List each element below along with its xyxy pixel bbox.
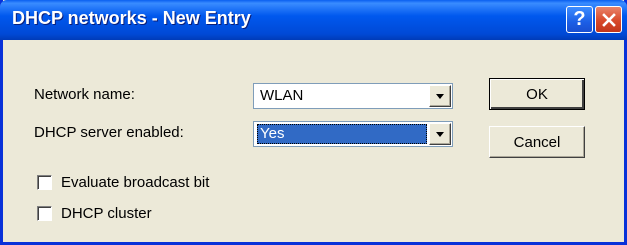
dhcp-cluster-label: DHCP cluster bbox=[61, 205, 152, 222]
help-button[interactable]: ? bbox=[566, 6, 593, 33]
dhcp-server-combobox[interactable]: Yes bbox=[253, 121, 453, 147]
dhcp-cluster-option[interactable]: DHCP cluster bbox=[37, 205, 152, 222]
window-title: DHCP networks - New Entry bbox=[12, 8, 251, 28]
broadcast-bit-checkbox[interactable] bbox=[37, 175, 52, 190]
broadcast-bit-label: Evaluate broadcast bit bbox=[61, 174, 210, 191]
dhcp-server-label: DHCP server enabled: bbox=[34, 124, 184, 141]
chevron-down-icon[interactable] bbox=[429, 85, 451, 107]
network-name-combobox[interactable]: WLAN bbox=[253, 83, 453, 109]
title-bar[interactable]: DHCP networks - New Entry ? bbox=[0, 0, 627, 40]
network-name-label: Network name: bbox=[34, 86, 135, 103]
dhcp-server-value: Yes bbox=[257, 124, 427, 144]
cancel-button[interactable]: Cancel bbox=[489, 126, 585, 158]
ok-button[interactable]: OK bbox=[489, 78, 585, 110]
broadcast-bit-option[interactable]: Evaluate broadcast bit bbox=[37, 174, 209, 191]
help-icon: ? bbox=[573, 8, 586, 30]
network-name-value: WLAN bbox=[260, 87, 304, 104]
dhcp-cluster-checkbox[interactable] bbox=[37, 206, 52, 221]
chevron-down-icon[interactable] bbox=[429, 123, 451, 145]
dialog-window: DHCP networks - New Entry ? Network name… bbox=[0, 0, 627, 245]
close-button[interactable] bbox=[595, 6, 622, 33]
close-icon bbox=[601, 12, 616, 27]
